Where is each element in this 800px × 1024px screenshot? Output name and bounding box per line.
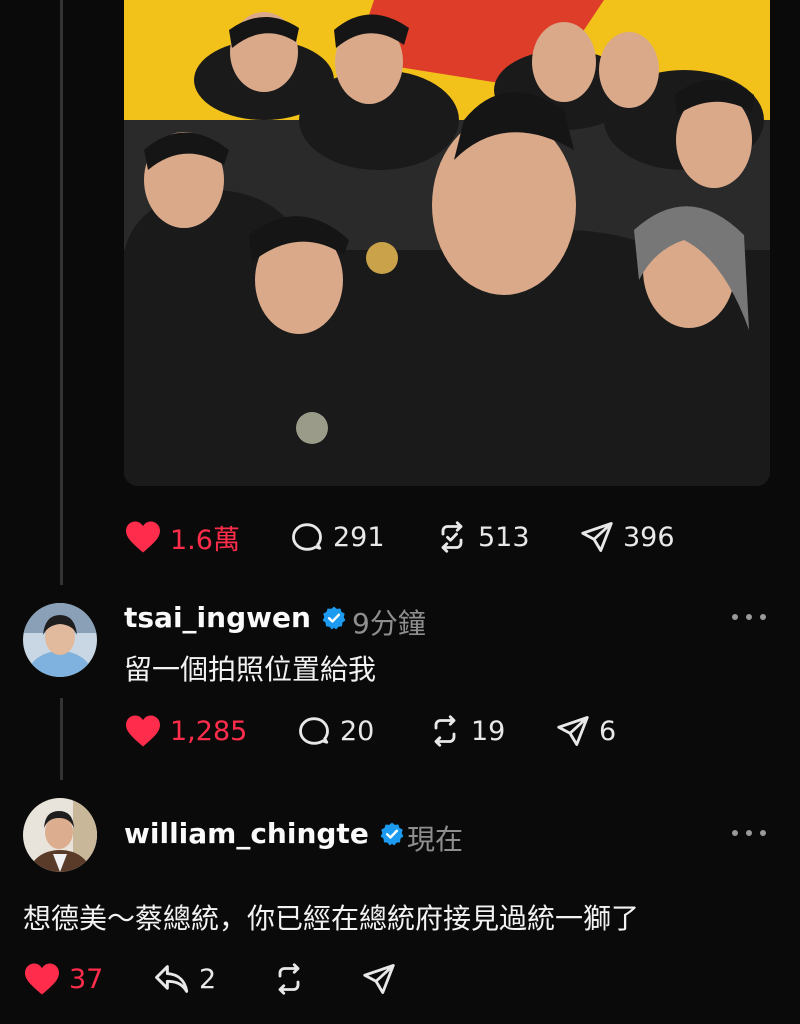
thread-line-middle [60,698,63,780]
reply-2-share-button[interactable] [361,961,397,997]
verified-badge-icon [380,822,404,845]
reply-1-like-count: 1,285 [170,715,248,747]
repost-icon [278,963,300,995]
heart-filled-icon [126,521,160,553]
reply-1-repost-count: 19 [471,715,506,747]
reply-1-repost-button[interactable]: 19 [427,713,555,749]
reply-2-quote-button[interactable]: 2 [153,962,271,996]
send-icon [363,964,395,994]
reply-time: 現在 [407,823,464,856]
more-options-icon[interactable] [732,612,766,622]
reply-1-action-row: 1,285 20 19 6 [124,711,616,751]
reply-username-william-chingte[interactable]: william_chingte [124,817,405,850]
heart-filled-icon [126,715,160,747]
post-like-button[interactable]: 1.6萬 [124,518,289,557]
post-share-count: 396 [623,521,675,553]
reply-1-share-count: 6 [599,715,617,747]
send-icon [557,716,589,746]
reply-1-reply-button[interactable]: 20 [296,713,427,749]
thread-line-top [60,0,63,585]
reply-1-like-button[interactable]: 1,285 [124,714,296,748]
group-selfie-photo [124,0,770,486]
post-reply-button[interactable]: 291 [289,519,434,555]
reply-arrow-icon [155,965,189,993]
verified-badge-icon [322,606,346,629]
reply-text: 留一個拍照位置給我 [124,653,377,686]
reply-time: 9分鐘 [352,607,426,640]
post-like-count: 1.6萬 [170,524,240,556]
reply-2-like-count: 37 [69,963,104,995]
comment-bubble-icon [299,717,329,745]
send-icon [581,522,613,552]
repost-icon [434,715,456,747]
heart-filled-icon [25,963,59,995]
reply-2-quote-count: 2 [199,963,217,995]
avatar-william-chingte[interactable] [23,798,97,872]
post-action-row: 1.6萬 291 513 396 [124,517,675,557]
avatar-photo-icon [23,603,97,677]
reply-2-action-row: 37 2 [23,959,397,999]
comment-bubble-icon [292,523,322,551]
username-text[interactable]: tsai_ingwen [124,601,311,634]
reply-2-like-button[interactable]: 37 [23,962,153,996]
reply-1-reply-count: 20 [340,715,375,747]
post-reply-count: 291 [333,521,385,553]
reply-2-repost-button[interactable] [271,961,361,997]
reply-text: 想德美～蔡總統，你已經在總統府接見過統一獅了 [23,902,640,935]
more-options-icon[interactable] [732,828,766,838]
post-repost-count: 513 [478,521,530,553]
reply-username-tsai-ingwen[interactable]: tsai_ingwen [124,601,347,634]
avatar-photo-icon [23,798,97,872]
username-text[interactable]: william_chingte [124,817,369,850]
repost-icon [441,521,463,553]
reply-1-share-button[interactable]: 6 [555,713,616,749]
post-share-button[interactable]: 396 [579,519,675,555]
post-repost-button[interactable]: 513 [434,519,579,555]
avatar-tsai-ingwen[interactable] [23,603,97,677]
post-photo[interactable] [124,0,770,486]
